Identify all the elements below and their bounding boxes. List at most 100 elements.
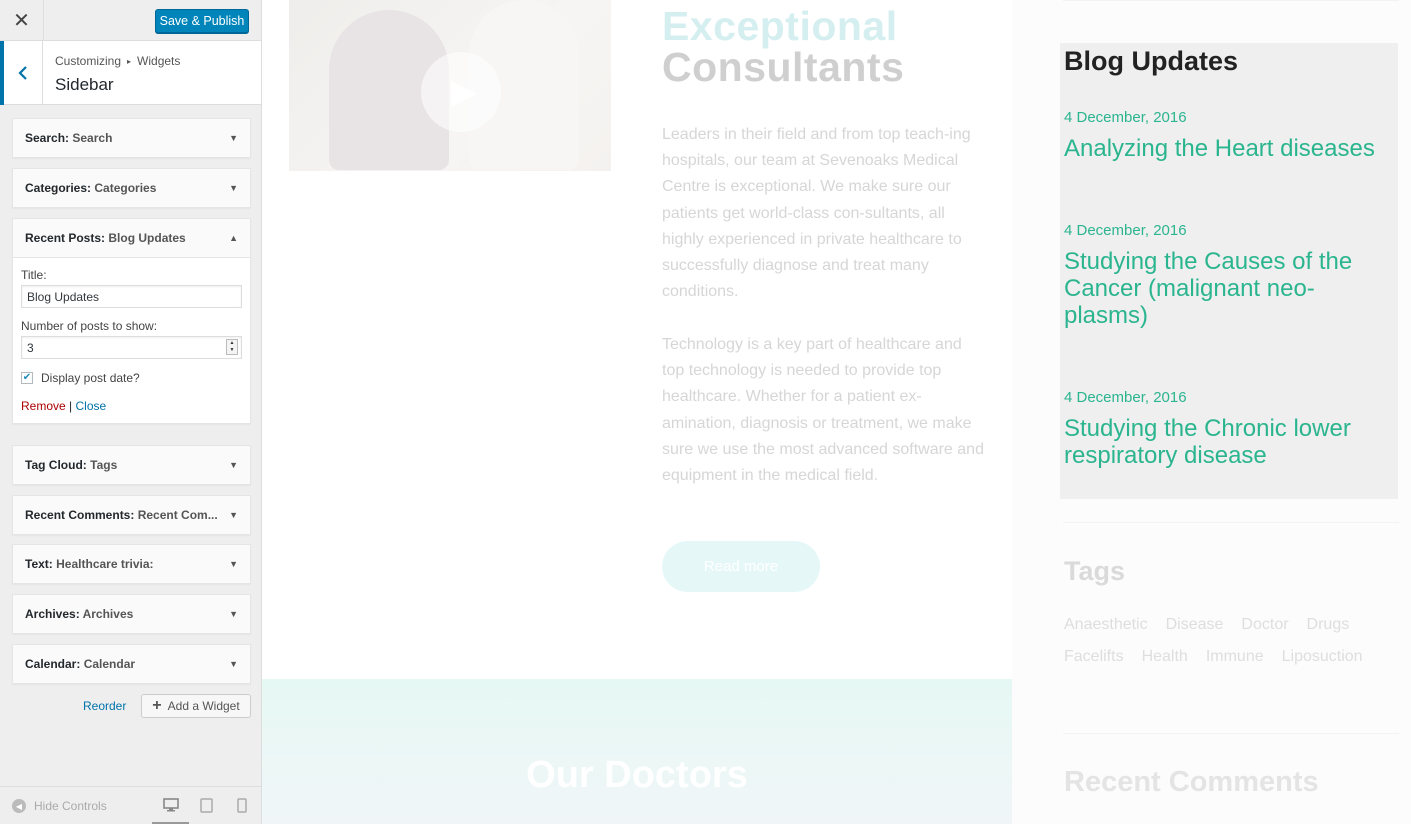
stepper-arrows-icon[interactable]: ▲ ▼	[226, 339, 238, 355]
widget-title: Healthcare trivia:	[56, 557, 154, 571]
widget-type: Search	[25, 131, 66, 145]
save-publish-button[interactable]: Save & Publish	[155, 9, 249, 33]
widget-recent-posts: Recent Posts: Blog Updates▲ Title: Numbe…	[12, 218, 251, 424]
remove-link[interactable]: Remove	[21, 399, 66, 413]
section-title: Sidebar	[55, 75, 114, 94]
widget-calendar[interactable]: Calendar: Calendar ▼	[12, 644, 251, 684]
widget-recent-comments[interactable]: Recent Comments: Recent Com... ▼	[12, 495, 251, 535]
add-widget-button[interactable]: + Add a Widget	[141, 694, 251, 718]
title-label: Title:	[21, 268, 47, 282]
expand-arrow-icon[interactable]: ▼	[229, 460, 238, 470]
collapse-arrow-icon[interactable]: ▲	[229, 233, 238, 243]
post-title-link[interactable]: Studying the Causes of the Cancer (malig…	[1064, 248, 1394, 329]
desktop-icon[interactable]	[163, 798, 179, 812]
widget-title: Recent Com...	[137, 508, 218, 522]
tag-cloud: Anaesthetic Disease Doctor Drugs Facelif…	[1064, 616, 1394, 666]
play-icon[interactable]: ▶	[421, 52, 501, 132]
breadcrumb-arrow-icon: ▸	[127, 56, 132, 66]
hide-controls-button[interactable]: ◀ Hide Controls	[12, 799, 107, 813]
tablet-icon[interactable]	[200, 798, 213, 813]
expand-arrow-icon[interactable]: ▼	[229, 559, 238, 569]
post-date: 4 December, 2016	[1064, 109, 1187, 126]
close-customizer-button[interactable]: ✕	[0, 0, 44, 41]
widget-recent-posts-form: Title: Number of posts to show: ▲▼ ✔ Dis…	[13, 257, 250, 423]
widget-title: Search	[72, 131, 113, 145]
title-input[interactable]	[21, 285, 242, 308]
main-content: ▶ Exceptional Consultants Leaders in the…	[262, 0, 1012, 824]
blog-updates-widget[interactable]: Blog Updates 4 December, 2016 Analyzing …	[1060, 43, 1398, 499]
post-date: 4 December, 2016	[1064, 222, 1187, 239]
widget-tag-cloud[interactable]: Tag Cloud: Tags ▼	[12, 445, 251, 485]
heading-line2: Consultants	[662, 44, 905, 90]
section-header: Customizing ▸ Widgets Sidebar	[0, 41, 261, 105]
tag-link[interactable]: Drugs	[1307, 616, 1350, 634]
read-more-button[interactable]: Read more	[662, 541, 820, 592]
widget-type: Categories	[25, 181, 88, 195]
display-date-row: ✔ Display post date?	[21, 371, 242, 385]
blog-updates-title: Blog Updates	[1064, 46, 1239, 76]
customizer-footer: ◀ Hide Controls	[0, 786, 261, 824]
doctors-heading: Our Doctors	[526, 754, 748, 796]
widget-footer: Reorder + Add a Widget	[0, 694, 261, 718]
recent-comments-heading: Recent Comments	[1064, 766, 1319, 798]
video-thumbnail[interactable]: ▶	[289, 0, 611, 171]
expand-arrow-icon[interactable]: ▼	[229, 659, 238, 669]
expand-arrow-icon[interactable]: ▼	[229, 510, 238, 520]
post-date: 4 December, 2016	[1064, 389, 1187, 406]
widget-title: Tags	[90, 458, 118, 472]
post-title-link[interactable]: Studying the Chronic lower respiratory d…	[1064, 415, 1394, 469]
mobile-icon[interactable]	[237, 798, 247, 813]
widget-type: Tag Cloud	[25, 458, 83, 472]
close-link[interactable]: Close	[76, 399, 107, 413]
tag-link[interactable]: Health	[1142, 648, 1188, 666]
tag-link[interactable]: Immune	[1206, 648, 1264, 666]
add-widget-label: Add a Widget	[167, 699, 240, 713]
widget-categories[interactable]: Categories: Categories ▼	[12, 168, 251, 208]
tag-link[interactable]: Doctor	[1241, 616, 1288, 634]
actions-separator: |	[69, 399, 73, 413]
tag-link[interactable]: Facelifts	[1064, 648, 1124, 666]
widget-actions: Remove | Close	[21, 399, 242, 413]
display-date-label: Display post date?	[41, 371, 140, 385]
divider	[1063, 733, 1399, 734]
posts-count-stepper: ▲▼	[21, 336, 242, 359]
heading-line1: Exceptional	[662, 3, 898, 49]
widget-archives[interactable]: Archives: Archives ▼	[12, 594, 251, 634]
collapse-circle-icon: ◀	[12, 799, 26, 813]
tag-link[interactable]: Anaesthetic	[1064, 616, 1148, 634]
intro-paragraph: Leaders in their field and from top teac…	[662, 126, 971, 301]
doctors-section: Our Doctors	[262, 679, 1012, 824]
breadcrumb-customizing: Customizing	[55, 54, 122, 68]
widget-recent-posts-header[interactable]: Recent Posts: Blog Updates ▲	[13, 219, 250, 257]
tag-link[interactable]: Liposuction	[1282, 648, 1363, 666]
display-date-checkbox[interactable]: ✔	[21, 372, 33, 384]
breadcrumb: Customizing ▸ Widgets	[55, 54, 180, 68]
divider	[1063, 0, 1399, 1]
reorder-link[interactable]: Reorder	[83, 699, 126, 713]
site-preview: ▶ Exceptional Consultants Leaders in the…	[262, 0, 1411, 824]
expand-arrow-icon[interactable]: ▼	[229, 133, 238, 143]
tag-link[interactable]: Disease	[1166, 616, 1224, 634]
widget-search[interactable]: Search: Search ▼	[12, 118, 251, 158]
widget-text[interactable]: Text: Healthcare trivia: ▼	[12, 544, 251, 584]
hide-controls-label: Hide Controls	[34, 799, 107, 813]
customizer-panel: ✕ Save & Publish Customizing ▸ Widgets S…	[0, 0, 262, 824]
sidebar-preview: Blog Updates 4 December, 2016 Analyzing …	[1012, 0, 1411, 824]
technology-paragraph: Technology is a key part of healthcare a…	[662, 336, 984, 485]
widget-type: Recent Posts	[25, 231, 102, 245]
chevron-left-icon	[18, 66, 27, 80]
widget-title: Calendar	[83, 657, 136, 671]
posts-count-input[interactable]	[21, 336, 242, 359]
widget-title: Blog Updates	[108, 231, 186, 245]
back-button[interactable]	[0, 41, 43, 105]
divider	[1063, 522, 1399, 523]
post-title-link[interactable]: Analyzing the Heart diseases	[1064, 135, 1394, 162]
widget-type: Calendar	[25, 657, 77, 671]
checkmark-icon: ✔	[22, 372, 32, 383]
expand-arrow-icon[interactable]: ▼	[229, 609, 238, 619]
expand-arrow-icon[interactable]: ▼	[229, 183, 238, 193]
widget-type: Archives	[25, 607, 76, 621]
close-icon: ✕	[13, 10, 30, 32]
tags-heading: Tags	[1064, 556, 1126, 586]
plus-icon: +	[152, 697, 162, 714]
